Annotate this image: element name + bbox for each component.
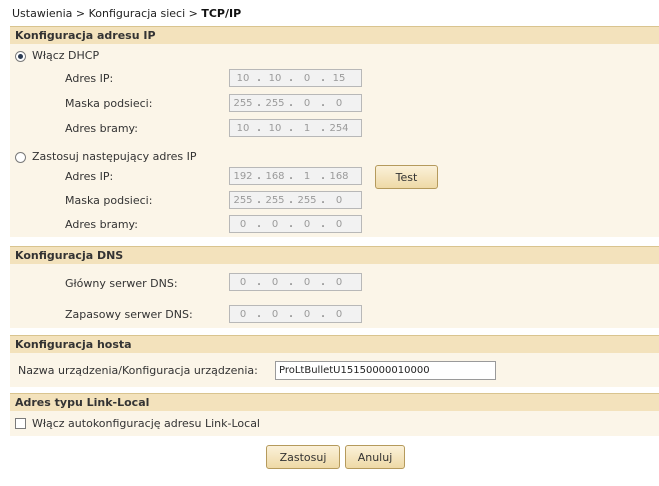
- link-local-label: Włącz autokonfigurację adresu Link-Local: [32, 417, 260, 430]
- secondary-dns-label: Zapasowy serwer DNS:: [65, 308, 193, 321]
- octet: 255: [265, 97, 285, 109]
- secondary-dns-field[interactable]: 0. 0. 0. 0: [229, 305, 362, 323]
- dhcp-label: Włącz DHCP: [32, 49, 100, 62]
- octet: 168: [329, 170, 349, 182]
- dhcp-mask-field[interactable]: 255. 255. 0. 0: [229, 94, 362, 112]
- dns-config-title: Konfiguracja DNS: [15, 249, 124, 262]
- octet: 1: [303, 170, 311, 182]
- octet: 0: [303, 308, 311, 320]
- host-config-header: Konfiguracja hosta: [10, 335, 659, 353]
- octet: 0: [239, 218, 247, 230]
- breadcrumb-path[interactable]: Ustawienia > Konfiguracja sieci >: [12, 7, 201, 20]
- primary-dns-field[interactable]: 0. 0. 0. 0: [229, 273, 362, 291]
- octet: 0: [303, 218, 311, 230]
- octet: 0: [271, 218, 279, 230]
- octet: 0: [239, 308, 247, 320]
- cancel-button[interactable]: Anuluj: [345, 445, 405, 469]
- link-local-title: Adres typu Link-Local: [15, 396, 150, 409]
- octet: 255: [233, 97, 253, 109]
- octet: 255: [233, 194, 253, 206]
- static-ip-radio[interactable]: [15, 152, 26, 163]
- dhcp-mask-label: Maska podsieci:: [65, 97, 153, 110]
- octet: 0: [335, 218, 343, 230]
- octet: 10: [268, 122, 282, 134]
- static-gateway-field[interactable]: 0. 0. 0. 0: [229, 215, 362, 233]
- static-ip-address-label: Adres IP:: [65, 170, 114, 183]
- dhcp-gateway-label: Adres bramy:: [65, 122, 138, 135]
- octet: 0: [335, 276, 343, 288]
- octet: 0: [335, 308, 343, 320]
- octet: 255: [265, 194, 285, 206]
- breadcrumb: Ustawienia > Konfiguracja sieci > TCP/IP: [12, 7, 241, 20]
- octet: 0: [271, 276, 279, 288]
- breadcrumb-current: TCP/IP: [201, 7, 242, 20]
- octet: 0: [303, 72, 311, 84]
- octet: 255: [297, 194, 317, 206]
- apply-button[interactable]: Zastosuj: [266, 445, 340, 469]
- static-mask-label: Maska podsieci:: [65, 194, 153, 207]
- octet: 254: [329, 122, 349, 134]
- octet: 0: [271, 308, 279, 320]
- device-name-input[interactable]: ProLtBulletU15150000010000: [275, 361, 496, 380]
- octet: 1: [303, 122, 311, 134]
- dhcp-ip-label: Adres IP:: [65, 72, 114, 85]
- primary-dns-label: Główny serwer DNS:: [65, 277, 178, 290]
- host-config-title: Konfiguracja hosta: [15, 338, 132, 351]
- octet: 10: [236, 72, 250, 84]
- static-mask-field[interactable]: 255. 255. 255. 0: [229, 191, 362, 209]
- octet: 15: [332, 72, 346, 84]
- dhcp-radio[interactable]: [15, 51, 26, 62]
- static-gateway-label: Adres bramy:: [65, 218, 138, 231]
- octet: 0: [335, 97, 343, 109]
- test-button[interactable]: Test: [375, 165, 438, 189]
- octet: 10: [236, 122, 250, 134]
- octet: 168: [265, 170, 285, 182]
- octet: 0: [239, 276, 247, 288]
- ip-config-title: Konfiguracja adresu IP: [15, 29, 156, 42]
- link-local-header: Adres typu Link-Local: [10, 393, 659, 411]
- static-ip-field[interactable]: 192. 168. 1. 168: [229, 167, 362, 185]
- device-name-label: Nazwa urządzenia/Konfiguracja urządzenia…: [18, 364, 258, 377]
- octet: 0: [335, 194, 343, 206]
- dhcp-gateway-field[interactable]: 10. 10. 1. 254: [229, 119, 362, 137]
- ip-config-header: Konfiguracja adresu IP: [10, 26, 659, 44]
- octet: 10: [268, 72, 282, 84]
- octet: 0: [303, 276, 311, 288]
- static-ip-label: Zastosuj następujący adres IP: [32, 150, 197, 163]
- dhcp-ip-field[interactable]: 10. 10. 0. 15: [229, 69, 362, 87]
- octet: 192: [233, 170, 253, 182]
- dns-config-header: Konfiguracja DNS: [10, 246, 659, 264]
- link-local-checkbox[interactable]: [15, 418, 26, 429]
- octet: 0: [303, 97, 311, 109]
